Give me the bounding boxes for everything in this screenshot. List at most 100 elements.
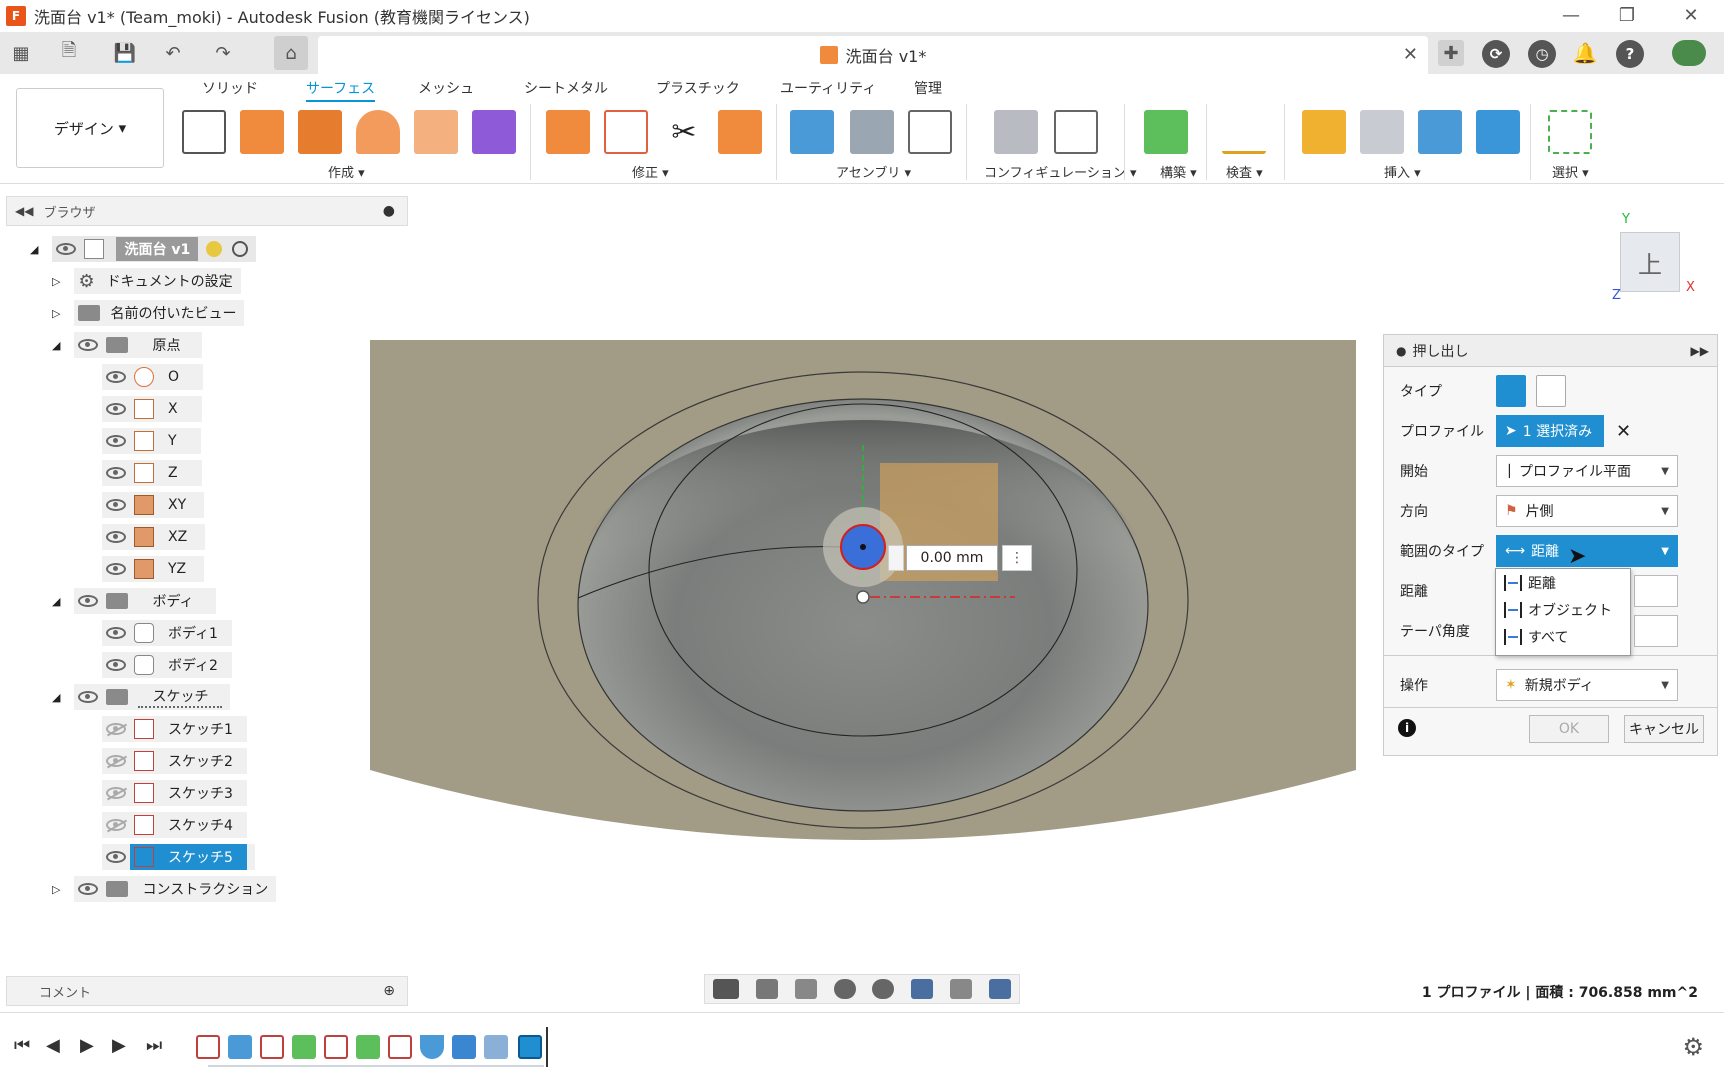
timeline-plane-icon[interactable] <box>356 1035 380 1059</box>
timeline-sketch-icon[interactable] <box>388 1035 412 1059</box>
group-modify[interactable]: 修正 ▾ <box>632 162 669 181</box>
group-inspect[interactable]: 検査 ▾ <box>1226 162 1263 181</box>
visibility-eye-icon[interactable] <box>106 563 126 575</box>
distance-dimension-input[interactable]: 0.00 mm <box>906 545 998 571</box>
hidden-eye-icon[interactable] <box>106 755 126 767</box>
grid-settings-icon[interactable] <box>949 979 972 999</box>
tab-manage[interactable]: 管理 <box>914 78 942 98</box>
trim-scissors-icon[interactable]: ✂ <box>662 110 706 154</box>
tree-item-named-views[interactable]: ▷ 名前の付いたビュー <box>52 300 245 326</box>
orbit-icon[interactable] <box>713 979 740 999</box>
offset-plane-icon[interactable] <box>1144 110 1188 154</box>
tab-surface[interactable]: サーフェス <box>306 78 376 102</box>
visibility-eye-icon[interactable] <box>106 499 126 511</box>
group-select[interactable]: 選択 ▾ <box>1552 162 1589 181</box>
model-viewport[interactable] <box>370 340 1356 860</box>
add-comment-icon[interactable]: ⊕ <box>383 983 395 999</box>
tree-item-yz-plane[interactable]: YZ <box>102 556 205 582</box>
thin-type-icon[interactable] <box>1536 375 1566 407</box>
expand-triangle-icon[interactable]: ▷ <box>52 275 60 288</box>
close-tab-icon[interactable]: ✕ <box>1403 44 1418 65</box>
group-create[interactable]: 作成 ▾ <box>328 162 365 181</box>
distance-input[interactable] <box>1634 575 1678 607</box>
direction-select[interactable]: ⚑ 片側 ▼ <box>1496 495 1678 527</box>
tree-root[interactable]: ◢ 洗面台 v1 <box>30 236 257 262</box>
timeline-marker[interactable] <box>546 1027 548 1067</box>
tree-item-y-axis[interactable]: Y <box>102 428 201 454</box>
tree-item-origin-point[interactable]: O <box>102 364 204 390</box>
start-select[interactable]: ⎥ プロファイル平面 ▼ <box>1496 455 1678 487</box>
tree-item-origin[interactable]: ◢ 原点 <box>52 332 203 358</box>
visibility-eye-icon[interactable] <box>106 851 126 863</box>
app-grid-icon[interactable]: ▦ <box>8 40 34 66</box>
timeline-body-icon[interactable] <box>484 1035 508 1059</box>
dialog-collapse-icon[interactable]: ● <box>1396 344 1406 358</box>
new-tab-icon[interactable]: ✚ <box>1438 40 1464 66</box>
tree-item-xz-plane[interactable]: XZ <box>102 524 206 550</box>
viewports-icon[interactable] <box>988 979 1011 999</box>
zoom-icon[interactable] <box>833 979 856 999</box>
canvas-image-icon[interactable] <box>1476 110 1520 154</box>
home-icon[interactable]: ⌂ <box>274 36 308 70</box>
tree-item-sketch1[interactable]: スケッチ1 <box>102 716 247 742</box>
timeline-extrude-icon[interactable] <box>228 1035 252 1059</box>
visibility-eye-icon[interactable] <box>106 403 126 415</box>
help-icon[interactable]: ? <box>1616 40 1644 68</box>
viewcube[interactable]: 上 <box>1620 232 1680 292</box>
look-at-icon[interactable] <box>756 979 779 999</box>
tree-item-xy-plane[interactable]: XY <box>102 492 205 518</box>
solid-type-icon[interactable] <box>1496 375 1526 407</box>
save-icon[interactable]: 💾 <box>112 40 138 66</box>
dimension-more-icon[interactable]: ⋮ <box>1002 545 1032 571</box>
timeline-sketch-icon[interactable] <box>324 1035 348 1059</box>
tab-plastic[interactable]: プラスチック <box>656 78 740 98</box>
configure-icon[interactable] <box>994 110 1038 154</box>
tree-item-sketch5[interactable]: スケッチ5 <box>102 844 255 870</box>
dropdown-option-distance[interactable]: 距離 <box>1496 569 1630 596</box>
tree-item-x-axis[interactable]: X <box>102 396 202 422</box>
visibility-eye-icon[interactable] <box>106 467 126 479</box>
visibility-eye-icon[interactable] <box>106 371 126 383</box>
insert-svg-icon[interactable] <box>1302 110 1346 154</box>
timeline-revolve-icon[interactable] <box>420 1035 444 1059</box>
clear-selection-icon[interactable]: ✕ <box>1616 421 1631 442</box>
close-window-icon[interactable]: ✕ <box>1668 0 1714 30</box>
file-menu-icon[interactable]: 🗎 <box>56 40 82 66</box>
extent-type-select[interactable]: ⟷ 距離 ▼ <box>1496 535 1678 567</box>
play-icon[interactable]: ▶ <box>80 1035 94 1056</box>
visibility-eye-icon[interactable] <box>56 243 77 255</box>
expand-triangle-icon[interactable]: ▷ <box>52 883 60 896</box>
job-status-icon[interactable]: ◷ <box>1528 40 1556 68</box>
hidden-eye-icon[interactable] <box>106 787 126 799</box>
workspace-switcher[interactable]: デザイン ▾ <box>16 88 164 168</box>
tree-item-bodies[interactable]: ◢ ボディ <box>52 588 216 614</box>
timeline-sketch-icon[interactable] <box>260 1035 284 1059</box>
minimize-icon[interactable]: — <box>1548 0 1594 30</box>
browser-minimize-icon[interactable]: ● <box>383 203 395 219</box>
tree-item-sketches[interactable]: ◢ スケッチ <box>52 684 231 710</box>
insert-mesh-icon[interactable] <box>1360 110 1404 154</box>
step-forward-icon[interactable]: ▶ <box>112 1035 126 1056</box>
user-avatar[interactable] <box>1672 40 1706 66</box>
tab-utility[interactable]: ユーティリティ <box>780 78 876 98</box>
redo-icon[interactable]: ↷ <box>210 40 236 66</box>
expand-triangle-icon[interactable]: ◢ <box>30 243 38 256</box>
patch-icon[interactable] <box>546 110 590 154</box>
visibility-eye-icon[interactable] <box>78 883 99 895</box>
loft-icon[interactable] <box>414 110 458 154</box>
tree-item-body1[interactable]: ボディ1 <box>102 620 232 646</box>
go-to-end-icon[interactable]: ⏭ <box>146 1035 162 1056</box>
profile-selection-button[interactable]: ➤ 1 選択済み <box>1496 415 1604 447</box>
visibility-eye-icon[interactable] <box>106 627 126 639</box>
visibility-eye-icon[interactable] <box>106 531 126 543</box>
visibility-eye-icon[interactable] <box>78 595 99 607</box>
expand-triangle-icon[interactable]: ◢ <box>52 595 60 608</box>
visibility-eye-icon[interactable] <box>78 339 99 351</box>
extensions-icon[interactable]: ⟳ <box>1482 40 1510 68</box>
notifications-icon[interactable]: 🔔 <box>1572 40 1598 66</box>
extrude-icon[interactable] <box>240 110 284 154</box>
timeline-combine-icon[interactable] <box>452 1035 476 1059</box>
sweep-icon[interactable] <box>356 110 400 154</box>
activate-indicator-icon[interactable] <box>206 241 223 257</box>
create-sketch-icon[interactable] <box>182 110 226 154</box>
